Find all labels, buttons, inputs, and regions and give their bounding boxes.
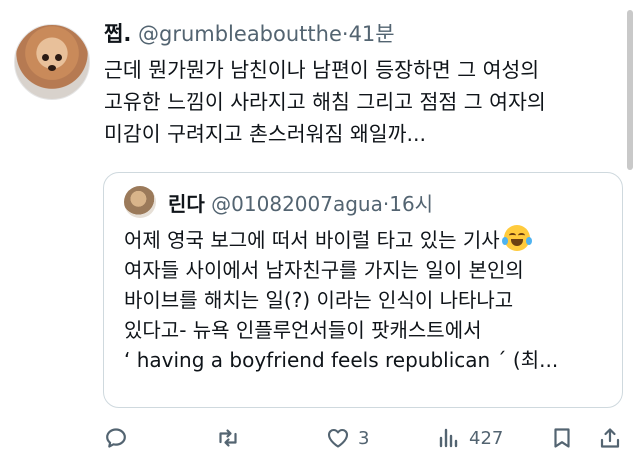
tweet-text-line: 미감이 구려지고 촌스러워짐 왜일까... [104,122,426,146]
author-avatar[interactable] [14,24,90,100]
retweet-icon [219,429,237,447]
tweet-text-line: 근데 뭔가뭔가 남친이나 남편이 등장하면 그 여성의 [104,58,540,82]
quoted-text-line: ‘ having a boyfriend feels republican ´ … [124,348,559,372]
quoted-text-line: 어제 영국 보그에 떠서 바이럴 타고 있는 기사 [124,228,500,252]
like-count: 3 [358,427,370,449]
avatar-eye [42,54,49,61]
bookmark-button[interactable] [550,420,574,456]
views-button[interactable]: 427 [437,420,503,456]
quoted-tweet-time: 16시 [389,192,434,216]
retweet-button[interactable] [216,420,240,456]
quoted-text-line: 있다고- 뉴욕 인플루언서들이 팟캐스트에서 [124,318,482,342]
views-count: 427 [469,427,504,449]
tweet-time[interactable]: 41분 [349,22,395,46]
tears-of-joy-emoji-icon [501,225,532,251]
views-icon [439,428,458,448]
quoted-author-display-name: 린다 [168,192,205,216]
avatar-eye [55,54,62,61]
tweet-text: 근데 뭔가뭔가 남친이나 남편이 등장하면 그 여성의 고유한 느낌이 사라지고… [104,54,624,150]
quoted-tweet[interactable]: 린다 @01082007agua·16시 어제 영국 보그에 떠서 바이럴 타고… [103,172,623,408]
tweet-action-bar: 3 427 [0,420,640,456]
quoted-tweet-text: 어제 영국 보그에 떠서 바이럴 타고 있는 기사 여자들 사이에서 남자친구를… [124,225,614,375]
reply-button[interactable] [104,420,128,456]
quoted-author-handle: @01082007agua [211,192,383,216]
tweet-text-line: 고유한 느낌이 사라지고 해침 그리고 점점 그 여자의 [104,90,546,114]
scrollbar[interactable] [627,10,633,170]
quoted-tweet-header: 린다 @01082007agua·16시 [168,188,433,217]
heart-icon [327,428,349,448]
share-button[interactable] [598,420,622,456]
quoted-author-avatar[interactable] [124,186,156,218]
author-handle[interactable]: @grumbleaboutthe [138,22,342,46]
tweet-header: 쩝. @grumbleaboutthe·41분 [104,18,395,48]
quoted-text-line: 여자들 사이에서 남자친구를 가지는 일이 본인의 [124,258,524,282]
like-button[interactable]: 3 [326,420,369,456]
author-display-name[interactable]: 쩝. [104,22,131,46]
avatar-nose [48,65,56,71]
share-icon [600,428,620,448]
quoted-text-line: 바이브를 해치는 일(?) 이라는 인식이 나타나고 [124,288,514,312]
header-separator: · [341,22,349,46]
reply-icon [106,428,126,448]
bookmark-icon [554,428,570,448]
